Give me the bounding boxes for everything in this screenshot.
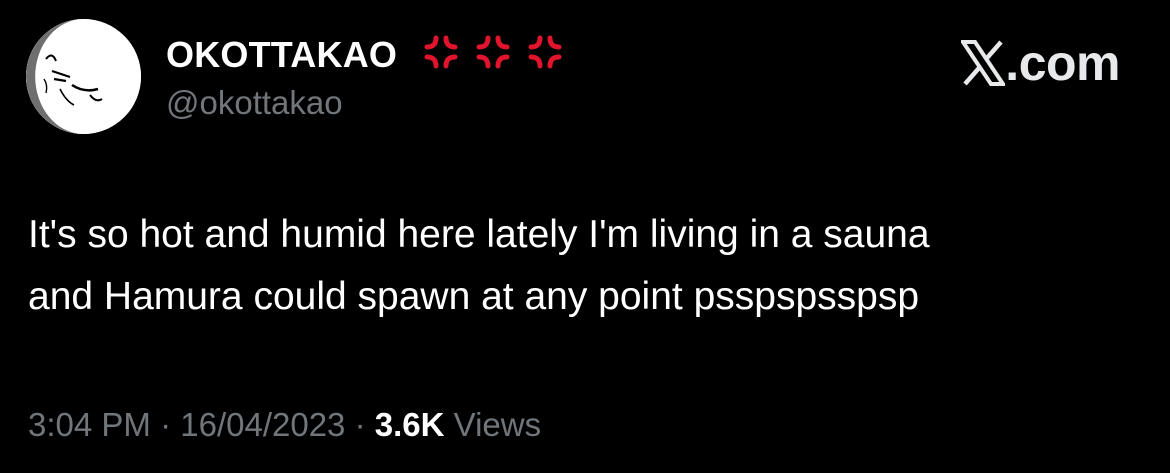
tweet-metadata: 3:04 PM · 16/04/2023 · 3.6K Views	[28, 406, 541, 444]
avatar[interactable]	[26, 19, 141, 134]
anger-symbol-icon	[475, 34, 511, 74]
tweet-text-line: It's so hot and humid here lately I'm li…	[28, 213, 930, 256]
tweet-date[interactable]: 16/04/2023	[180, 406, 345, 443]
tweet-text-line: and Hamura could spawn at any point pssp…	[28, 275, 920, 318]
views-label: Views	[453, 406, 542, 443]
anger-emoji-group	[423, 34, 563, 74]
x-logo-icon	[961, 40, 1006, 86]
tweet-text: It's so hot and humid here lately I'm li…	[28, 204, 1148, 328]
meta-separator: ·	[354, 406, 366, 443]
brand-domain-text: .com	[1005, 35, 1120, 91]
display-name[interactable]: OKOTTAKAO	[166, 34, 397, 76]
moon-face-avatar-icon	[26, 19, 141, 134]
meta-separator: ·	[160, 406, 172, 443]
x-brand-logo: .com	[961, 38, 1120, 88]
anger-symbol-icon	[423, 34, 459, 74]
anger-symbol-icon	[527, 34, 563, 74]
user-handle[interactable]: @okottakao	[166, 84, 343, 122]
tweet-time[interactable]: 3:04 PM	[28, 406, 151, 443]
views-count[interactable]: 3.6K	[375, 406, 445, 443]
